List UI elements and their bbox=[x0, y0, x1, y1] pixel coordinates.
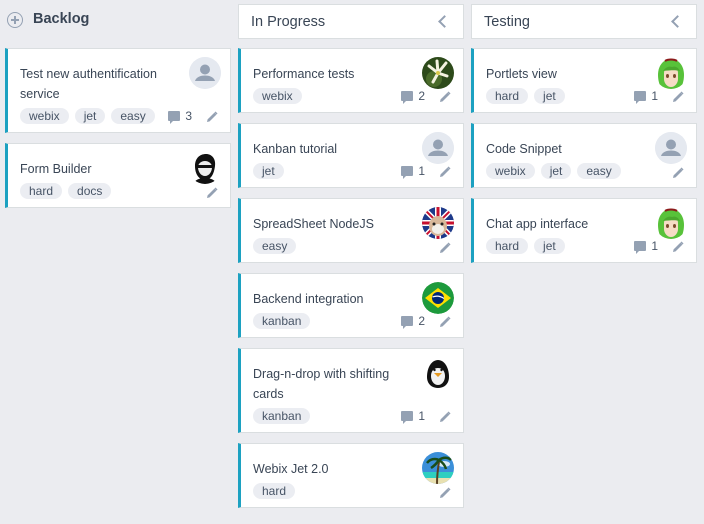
tag[interactable]: docs bbox=[68, 183, 112, 199]
edit-pencil-icon[interactable] bbox=[439, 90, 451, 102]
comment-count: 1 bbox=[418, 409, 425, 423]
card-footer: 1 bbox=[634, 239, 684, 254]
column-header-in-progress: In Progress bbox=[238, 4, 464, 39]
edit-pencil-icon[interactable] bbox=[672, 240, 684, 252]
collapse-chevron-icon[interactable] bbox=[671, 15, 684, 28]
task-card[interactable]: Test new authentification service webix je… bbox=[5, 48, 231, 133]
comment-icon[interactable] bbox=[401, 166, 414, 179]
card-list: Performance tests webix 2 Kanban tutorial je… bbox=[238, 48, 464, 518]
comment-count: 2 bbox=[418, 314, 425, 328]
tag[interactable]: webix bbox=[486, 163, 535, 179]
comment-icon[interactable] bbox=[401, 316, 414, 329]
tag[interactable]: kanban bbox=[253, 408, 311, 424]
edit-pencil-icon[interactable] bbox=[439, 165, 451, 177]
card-footer: 2 bbox=[401, 89, 451, 104]
tag[interactable]: hard bbox=[486, 88, 529, 104]
column-in-progress: In Progress Performance tests webix 2 Kanba… bbox=[238, 0, 464, 508]
avatar[interactable] bbox=[422, 452, 454, 484]
column-title: Testing bbox=[484, 13, 530, 30]
avatar[interactable] bbox=[655, 132, 687, 164]
task-card[interactable]: Chat app interface hard jet 1 bbox=[471, 198, 697, 263]
tag[interactable]: webix bbox=[253, 88, 302, 104]
tag[interactable]: hard bbox=[20, 183, 63, 199]
edit-pencil-icon[interactable] bbox=[439, 410, 451, 422]
avatar[interactable] bbox=[655, 57, 687, 89]
card-list: Test new authentification service webix je… bbox=[5, 48, 231, 218]
card-footer bbox=[672, 166, 684, 178]
tag[interactable]: hard bbox=[486, 238, 529, 254]
comment-icon[interactable] bbox=[634, 241, 647, 254]
edit-pencil-icon[interactable] bbox=[439, 241, 451, 253]
card-footer: 3 bbox=[168, 109, 218, 124]
card-footer: 1 bbox=[401, 409, 451, 424]
card-footer: 1 bbox=[401, 164, 451, 179]
tag[interactable]: kanban bbox=[253, 313, 311, 329]
column-title: In Progress bbox=[251, 13, 326, 30]
column-testing: Testing Portlets view hard jet 1 Code Snippe… bbox=[471, 0, 697, 263]
avatar[interactable] bbox=[422, 57, 454, 89]
task-card[interactable]: Performance tests webix 2 bbox=[238, 48, 464, 113]
avatar[interactable] bbox=[422, 207, 454, 239]
comment-count: 2 bbox=[418, 89, 425, 103]
edit-pencil-icon[interactable] bbox=[439, 315, 451, 327]
tag[interactable]: jet bbox=[253, 163, 284, 179]
column-header-backlog: Backlog bbox=[5, 0, 231, 38]
tag-list: easy bbox=[253, 238, 455, 254]
task-card[interactable]: Webix Jet 2.0 hard bbox=[238, 443, 464, 508]
task-card[interactable]: Form Builder hard docs bbox=[5, 143, 231, 208]
card-footer bbox=[206, 186, 218, 198]
comment-count: 1 bbox=[418, 164, 425, 178]
avatar[interactable] bbox=[189, 152, 221, 184]
collapse-chevron-icon[interactable] bbox=[438, 15, 451, 28]
card-footer bbox=[439, 241, 451, 253]
tag[interactable]: jet bbox=[534, 88, 565, 104]
tag[interactable]: jet bbox=[540, 163, 572, 179]
comment-icon[interactable] bbox=[634, 91, 647, 104]
comment-count: 3 bbox=[185, 109, 192, 123]
tag[interactable]: easy bbox=[253, 238, 297, 254]
tag[interactable]: jet bbox=[534, 238, 565, 254]
comment-icon[interactable] bbox=[401, 91, 414, 104]
card-footer: 2 bbox=[401, 314, 451, 329]
comment-icon[interactable] bbox=[168, 111, 181, 124]
edit-pencil-icon[interactable] bbox=[672, 166, 684, 178]
tag[interactable]: jet bbox=[74, 108, 106, 124]
tag-list: hard docs bbox=[20, 183, 222, 199]
card-list: Portlets view hard jet 1 Code Snippet webix je… bbox=[471, 48, 697, 273]
edit-pencil-icon[interactable] bbox=[439, 486, 451, 498]
avatar[interactable] bbox=[422, 132, 454, 164]
card-footer: 1 bbox=[634, 89, 684, 104]
add-circle-icon[interactable] bbox=[7, 12, 23, 28]
tag[interactable]: hard bbox=[253, 483, 296, 499]
tag[interactable]: easy bbox=[577, 163, 621, 179]
avatar[interactable] bbox=[655, 207, 687, 239]
task-card[interactable]: Drag-n-drop with shifting cards kanban 1 bbox=[238, 348, 464, 433]
task-card[interactable]: Code Snippet webix jet easy bbox=[471, 123, 697, 188]
edit-pencil-icon[interactable] bbox=[206, 186, 218, 198]
column-backlog: Backlog Test new authentification servic… bbox=[5, 0, 231, 208]
card-footer bbox=[439, 486, 451, 498]
comment-icon[interactable] bbox=[401, 411, 414, 424]
task-card[interactable]: SpreadSheet NodeJS easy bbox=[238, 198, 464, 263]
task-card[interactable]: Portlets view hard jet 1 bbox=[471, 48, 697, 113]
column-title: Backlog bbox=[33, 11, 90, 27]
edit-pencil-icon[interactable] bbox=[672, 90, 684, 102]
tag-list: hard bbox=[253, 483, 455, 499]
avatar[interactable] bbox=[189, 57, 221, 89]
tag-list: webix jet easy bbox=[486, 163, 688, 179]
comment-count: 1 bbox=[651, 89, 658, 103]
column-header-testing: Testing bbox=[471, 4, 697, 39]
tag[interactable]: easy bbox=[111, 108, 155, 124]
task-card[interactable]: Backend integration kanban 2 bbox=[238, 273, 464, 338]
edit-pencil-icon[interactable] bbox=[206, 110, 218, 122]
avatar[interactable] bbox=[422, 357, 454, 389]
avatar[interactable] bbox=[422, 282, 454, 314]
comment-count: 1 bbox=[651, 239, 658, 253]
task-card[interactable]: Kanban tutorial jet 1 bbox=[238, 123, 464, 188]
tag[interactable]: webix bbox=[20, 108, 69, 124]
